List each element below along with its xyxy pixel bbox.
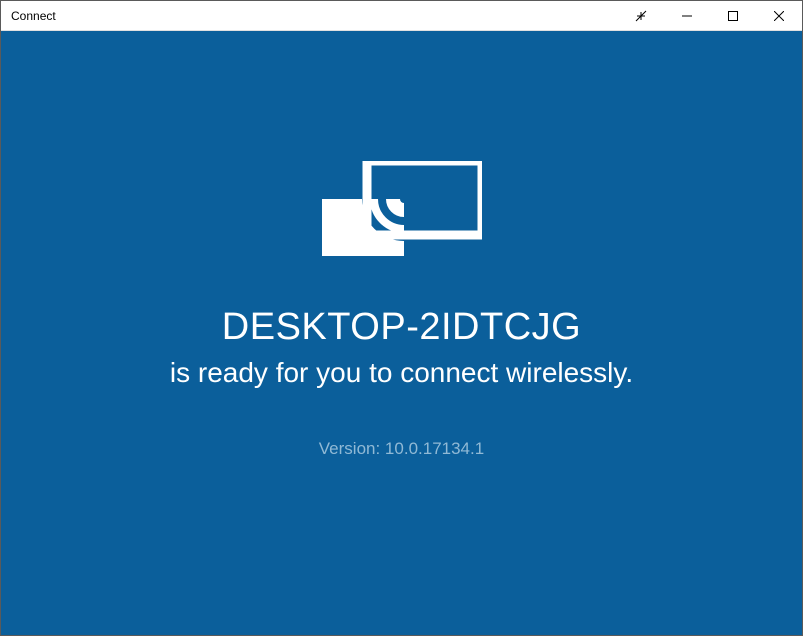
window-title: Connect bbox=[11, 9, 56, 23]
expand-icon bbox=[635, 10, 647, 22]
app-window: Connect bbox=[0, 0, 803, 636]
minimize-button[interactable] bbox=[664, 1, 710, 30]
expand-button[interactable] bbox=[618, 1, 664, 30]
titlebar: Connect bbox=[1, 1, 802, 31]
ready-text: is ready for you to connect wirelessly. bbox=[170, 357, 633, 389]
titlebar-controls bbox=[618, 1, 802, 30]
maximize-icon bbox=[728, 11, 738, 21]
minimize-icon bbox=[682, 11, 692, 21]
main-content: DESKTOP-2IDTCJG is ready for you to conn… bbox=[1, 31, 802, 635]
close-icon bbox=[774, 11, 784, 21]
cast-icon bbox=[322, 161, 482, 261]
version-label: Version: 10.0.17134.1 bbox=[319, 439, 484, 459]
device-name: DESKTOP-2IDTCJG bbox=[222, 306, 581, 349]
maximize-button[interactable] bbox=[710, 1, 756, 30]
close-button[interactable] bbox=[756, 1, 802, 30]
